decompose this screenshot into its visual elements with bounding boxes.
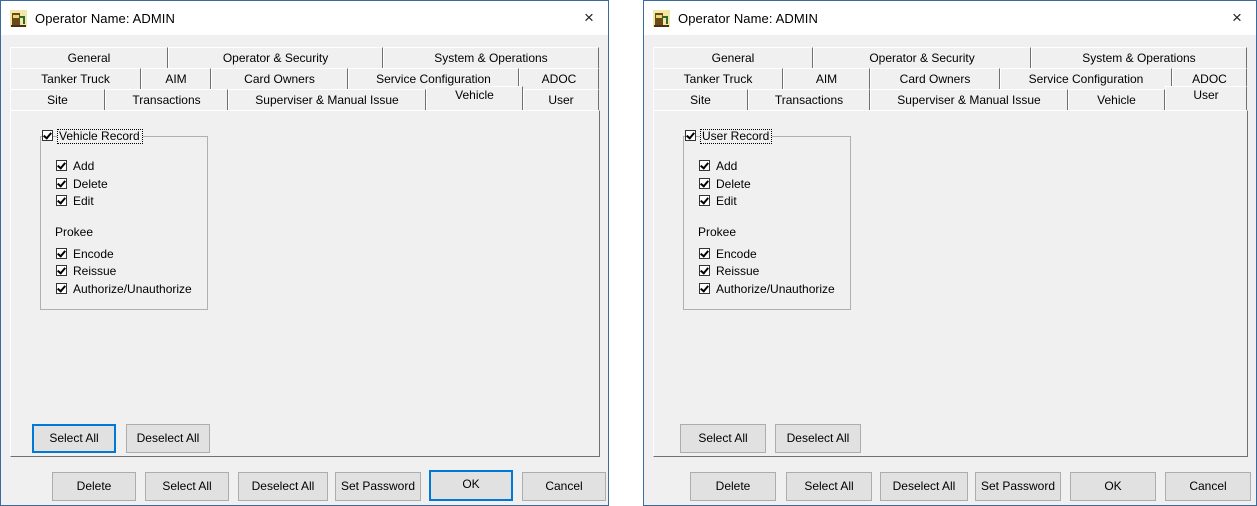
title-bar[interactable]: Operator Name: ADMIN × [644,1,1256,35]
tab-aim[interactable]: AIM [783,68,870,89]
prokee-label: Prokee [698,225,737,239]
checkbox-delete[interactable] [699,178,710,189]
cancel-button[interactable]: Cancel [1165,472,1251,501]
title-bar[interactable]: Operator Name: ADMIN × [1,1,608,35]
dialog-title: Operator Name: ADMIN [35,11,175,26]
fuel-station-icon [653,10,670,27]
tab-vehicle[interactable]: Vehicle [1068,89,1165,110]
tab-transactions[interactable]: Transactions [105,89,228,110]
dialog-title: Operator Name: ADMIN [678,11,818,26]
tab-panel-user: User Record Add Delete Edit Prokee Encod… [653,110,1248,457]
close-icon[interactable]: × [1222,5,1252,31]
cancel-button[interactable]: Cancel [522,472,606,501]
checkbox-edit-label: Edit [73,194,94,208]
prokee-label: Prokee [55,225,94,239]
tab-general[interactable]: General [653,47,813,68]
tab-user[interactable]: User [523,89,599,110]
checkbox-encode-label: Encode [716,247,757,261]
tab-tanker-truck[interactable]: Tanker Truck [653,68,783,89]
tab-superviser-manual-issue[interactable]: Superviser & Manual Issue [870,89,1068,110]
tab-user[interactable]: User [1165,86,1247,110]
checkbox-authorize[interactable] [699,283,710,294]
tab-aim[interactable]: AIM [141,68,211,89]
tab-superviser-manual-issue[interactable]: Superviser & Manual Issue [228,89,426,110]
tab-system-operations[interactable]: System & Operations [383,47,599,68]
set-password-button[interactable]: Set Password [335,472,421,501]
tab-site[interactable]: Site [653,89,748,110]
checkbox-user-record[interactable] [685,130,696,141]
checkbox-reissue[interactable] [699,265,710,276]
checkbox-add-label: Add [716,159,738,173]
operator-dialog-user: Operator Name: ADMIN × General Operator … [643,0,1257,506]
group-title: User Record [700,129,773,144]
fuel-station-icon [10,10,27,27]
tab-site[interactable]: Site [10,89,105,110]
tab-operator-security[interactable]: Operator & Security [813,47,1031,68]
tab-system-operations[interactable]: System & Operations [1031,47,1247,68]
tab-transactions[interactable]: Transactions [748,89,870,110]
checkbox-encode[interactable] [56,248,67,259]
delete-button[interactable]: Delete [52,472,136,501]
checkbox-edit[interactable] [699,195,710,206]
close-icon[interactable]: × [574,5,604,31]
checkbox-edit[interactable] [56,195,67,206]
tab-tanker-truck[interactable]: Tanker Truck [10,68,141,89]
checkbox-delete[interactable] [56,178,67,189]
checkbox-add[interactable] [699,160,710,171]
checkbox-reissue[interactable] [56,265,67,276]
deselect-all-button[interactable]: Deselect All [880,472,968,501]
tab-panel-vehicle: Vehicle Record Add Delete Edit Prokee En… [10,110,600,457]
checkbox-edit-label: Edit [716,194,737,208]
panel-deselect-all-button[interactable]: Deselect All [126,424,210,453]
checkbox-encode-label: Encode [73,247,114,261]
operator-dialog-vehicle: Operator Name: ADMIN × General Operator … [0,0,609,506]
checkbox-authorize-label: Authorize/Unauthorize [716,282,835,296]
ok-button[interactable]: OK [429,470,513,501]
panel-select-all-button[interactable]: Select All [680,424,766,453]
delete-button[interactable]: Delete [690,472,776,501]
select-all-button[interactable]: Select All [786,472,872,501]
ok-button[interactable]: OK [1070,472,1156,501]
tab-card-owners[interactable]: Card Owners [211,68,348,89]
tab-operator-security[interactable]: Operator & Security [168,47,383,68]
tab-vehicle[interactable]: Vehicle [426,86,523,110]
checkbox-add-label: Add [73,159,95,173]
checkbox-reissue-label: Reissue [716,264,760,278]
deselect-all-button[interactable]: Deselect All [238,472,328,501]
checkbox-authorize-label: Authorize/Unauthorize [73,282,192,296]
checkbox-delete-label: Delete [73,177,108,191]
tab-card-owners[interactable]: Card Owners [870,68,1000,89]
tab-service-configuration[interactable]: Service Configuration [1000,68,1172,89]
checkbox-encode[interactable] [699,248,710,259]
checkbox-authorize[interactable] [56,283,67,294]
tab-general[interactable]: General [10,47,168,68]
checkbox-add[interactable] [56,160,67,171]
panel-select-all-button[interactable]: Select All [32,424,116,453]
tab-adoc[interactable]: ADOC [519,68,599,89]
set-password-button[interactable]: Set Password [975,472,1061,501]
checkbox-reissue-label: Reissue [73,264,117,278]
checkbox-vehicle-record[interactable] [42,130,53,141]
panel-deselect-all-button[interactable]: Deselect All [775,424,861,453]
group-title: Vehicle Record [57,129,143,144]
select-all-button[interactable]: Select All [145,472,229,501]
checkbox-delete-label: Delete [716,177,751,191]
